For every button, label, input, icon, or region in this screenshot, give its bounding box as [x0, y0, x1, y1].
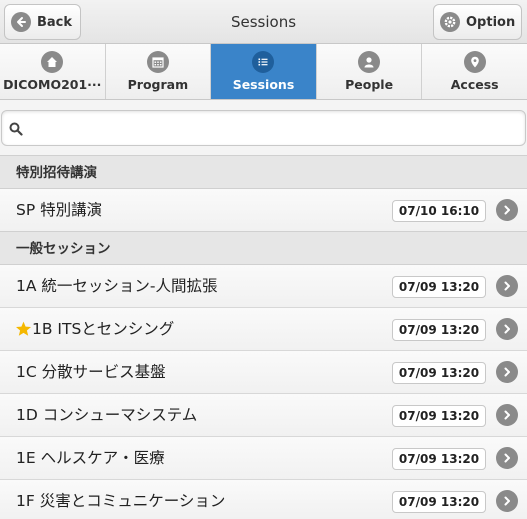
back-arrow-icon [11, 12, 31, 32]
tab-dicomo[interactable]: DICOMO201··· [0, 44, 106, 99]
session-row-1d[interactable]: 1D コンシューマシステム 07/09 13:20 [0, 394, 527, 437]
session-time-badge: 07/09 13:20 [392, 362, 486, 384]
tab-sessions[interactable]: Sessions [211, 44, 317, 99]
session-row-sp[interactable]: SP 特別講演 07/10 16:10 [0, 189, 527, 232]
back-button[interactable]: Back [4, 4, 81, 40]
session-time-badge: 07/09 13:20 [392, 448, 486, 470]
tab-label: Access [450, 77, 499, 92]
session-row-1a[interactable]: 1A 統一セッション-人間拡張 07/09 13:20 [0, 265, 527, 308]
header-bar: Sessions Back Option [0, 0, 527, 44]
tab-label: Sessions [232, 77, 295, 92]
chevron-right-icon [496, 404, 518, 426]
gear-icon [440, 12, 460, 32]
star-icon [16, 321, 31, 336]
tab-people[interactable]: People [316, 44, 423, 99]
chevron-right-icon [496, 490, 518, 512]
search-input[interactable] [28, 115, 518, 141]
session-time-badge: 07/09 13:20 [392, 405, 486, 427]
calendar-icon [146, 51, 169, 73]
list-divider: 特別招待講演 [0, 155, 527, 189]
session-time-badge: 07/09 13:20 [392, 319, 486, 341]
chevron-right-icon [496, 199, 518, 221]
tab-label: Program [127, 77, 189, 92]
search-box[interactable] [1, 110, 526, 146]
chevron-right-icon [496, 361, 518, 383]
search-icon [9, 122, 23, 136]
option-button-label: Option [466, 14, 516, 30]
tab-access[interactable]: Access [422, 44, 527, 99]
nav-tabs: DICOMO201··· Program Sessions People Acc… [0, 44, 527, 100]
session-row-1c[interactable]: 1C 分散サービス基盤 07/09 13:20 [0, 351, 527, 394]
tab-label: People [345, 77, 394, 92]
session-time-badge: 07/09 13:20 [392, 276, 486, 298]
session-title: 1D コンシューマシステム [16, 406, 198, 424]
session-row-1e[interactable]: 1E ヘルスケア・医療 07/09 13:20 [0, 437, 527, 480]
session-title: 1A 統一セッション-人間拡張 [16, 277, 218, 295]
map-pin-icon [463, 51, 486, 73]
tab-label: DICOMO201··· [3, 77, 102, 92]
session-row-1f[interactable]: 1F 災害とコミュニケーション 07/09 13:20 [0, 480, 527, 519]
list-divider: 一般セッション [0, 231, 527, 265]
session-title: 1F 災害とコミュニケーション [16, 492, 226, 510]
session-title: 1B ITSとセンシング [32, 320, 175, 338]
list-icon [252, 51, 275, 73]
back-button-label: Back [37, 14, 73, 30]
chevron-right-icon [496, 275, 518, 297]
chevron-right-icon [496, 447, 518, 469]
person-icon [358, 51, 381, 73]
session-title: SP 特別講演 [16, 201, 103, 219]
home-icon [41, 51, 64, 73]
tab-program[interactable]: Program [105, 44, 212, 99]
option-button[interactable]: Option [433, 4, 522, 40]
chevron-right-icon [496, 318, 518, 340]
session-time-badge: 07/09 13:20 [392, 491, 486, 513]
session-row-1b[interactable]: 1B ITSとセンシング 07/09 13:20 [0, 308, 527, 351]
session-title: 1C 分散サービス基盤 [16, 363, 166, 381]
session-title: 1E ヘルスケア・医療 [16, 449, 165, 467]
session-time-badge: 07/10 16:10 [392, 200, 486, 222]
